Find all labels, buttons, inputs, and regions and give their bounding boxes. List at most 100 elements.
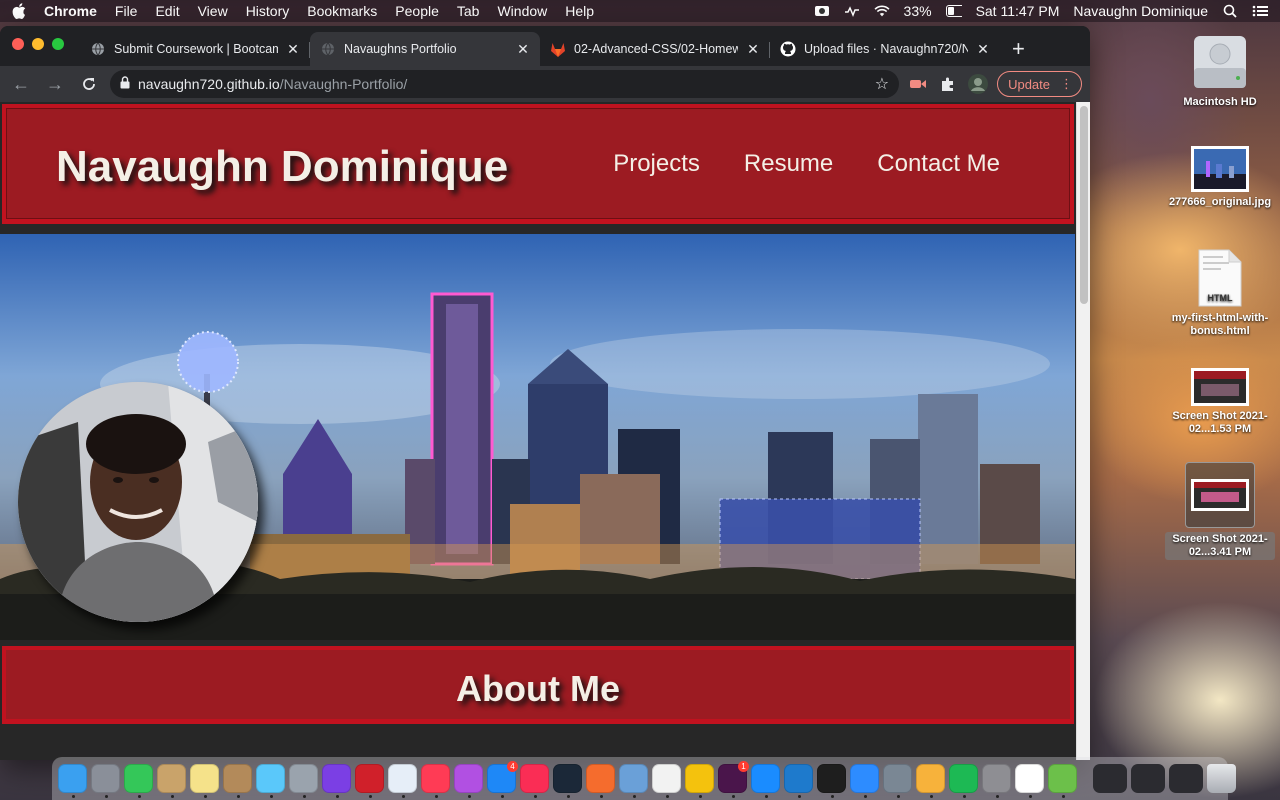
reload-icon[interactable] <box>76 71 102 97</box>
url-host: navaughn720.github.io <box>138 76 280 92</box>
preview-icon[interactable] <box>619 764 648 798</box>
vscode-icon[interactable] <box>784 764 813 798</box>
menu-history[interactable]: History <box>246 3 290 19</box>
steam-icon[interactable] <box>553 764 582 798</box>
notification-badge: 1 <box>738 761 749 772</box>
desktop-icon-macintosh-hd[interactable]: Macintosh HD <box>1165 32 1275 109</box>
globe-icon <box>90 41 106 57</box>
camera-icon[interactable] <box>814 4 830 18</box>
menu-app-name[interactable]: Chrome <box>44 3 97 19</box>
desktop-icon-screenshot-1[interactable]: Screen Shot 2021-02...1.53 PM <box>1165 368 1275 436</box>
menu-file[interactable]: File <box>115 3 138 19</box>
close-tab-icon[interactable]: ✕ <box>286 41 300 58</box>
nav-contact-link[interactable]: Contact Me <box>877 150 1000 178</box>
close-tab-icon[interactable]: ✕ <box>746 41 760 58</box>
disk-utility-icon[interactable] <box>289 764 318 798</box>
launchpad-icon[interactable] <box>91 764 120 798</box>
notification-center-icon[interactable] <box>1252 4 1268 18</box>
photos-icon[interactable] <box>916 764 945 798</box>
news-icon[interactable] <box>421 764 450 798</box>
calendar-icon[interactable] <box>1015 764 1044 798</box>
messages-icon[interactable] <box>256 764 285 798</box>
desktop-icon-skyline-jpg[interactable]: 277666_original.jpg <box>1165 146 1275 209</box>
mail-icon[interactable] <box>388 764 417 798</box>
slack-icon[interactable]: 1 <box>718 761 749 798</box>
battery-icon[interactable] <box>945 4 962 18</box>
close-tab-icon[interactable]: ✕ <box>516 41 530 58</box>
nav-resume-link[interactable]: Resume <box>744 150 833 178</box>
menu-people[interactable]: People <box>395 3 439 19</box>
tab-upload-files[interactable]: Upload files · Navaughn720/N ✕ <box>770 32 1000 66</box>
tab-submit-coursework[interactable]: Submit Coursework | Bootcam ✕ <box>80 32 310 66</box>
hero-skyline-image <box>0 234 1075 640</box>
menu-help[interactable]: Help <box>565 3 594 19</box>
menu-clock[interactable]: Sat 11:47 PM <box>976 3 1060 19</box>
spotify-icon[interactable] <box>949 764 978 798</box>
minimize-window-button[interactable] <box>32 38 44 50</box>
system-preferences-icon[interactable] <box>982 764 1011 798</box>
profile-avatar[interactable] <box>967 73 989 95</box>
podcasts-icon[interactable] <box>454 764 483 798</box>
downloads-stack-icon[interactable] <box>1093 764 1127 793</box>
maps-icon[interactable] <box>1048 764 1077 798</box>
menu-bookmarks[interactable]: Bookmarks <box>307 3 377 19</box>
lock-icon[interactable] <box>120 76 130 92</box>
imovie-icon[interactable] <box>322 764 351 798</box>
activity-icon[interactable] <box>844 4 860 18</box>
bookmark-star-icon[interactable]: ☆ <box>875 74 889 94</box>
music-icon[interactable] <box>520 764 549 798</box>
new-tab-button[interactable]: + <box>1012 32 1025 66</box>
wifi-icon[interactable] <box>874 4 890 18</box>
harddrive-icon <box>1165 32 1275 92</box>
menu-user[interactable]: Navaughn Dominique <box>1073 3 1208 19</box>
zoom-window-button[interactable] <box>52 38 64 50</box>
contacts-icon[interactable] <box>223 764 252 798</box>
app-store-icon[interactable]: 4 <box>487 761 518 798</box>
zoom-icon[interactable] <box>850 764 879 798</box>
update-button[interactable]: Update ⋮ <box>997 71 1082 97</box>
nav-projects-link[interactable]: Projects <box>613 150 700 178</box>
notes-icon[interactable] <box>157 764 186 798</box>
close-tab-icon[interactable]: ✕ <box>976 41 990 58</box>
scrollbar-thumb[interactable] <box>1080 106 1088 304</box>
gitlab-icon <box>550 41 566 57</box>
tab-title: Navaughns Portfolio <box>344 42 457 56</box>
menu-window[interactable]: Window <box>497 3 547 19</box>
close-window-button[interactable] <box>12 38 24 50</box>
menu-tab[interactable]: Tab <box>457 3 480 19</box>
textedit-icon[interactable] <box>652 764 681 798</box>
facetime-icon[interactable] <box>124 764 153 798</box>
desktop-icon-label: Macintosh HD <box>1183 96 1257 108</box>
page-viewport: Navaughn Dominique Projects Resume Conta… <box>0 102 1090 760</box>
terminal-icon[interactable] <box>817 764 846 798</box>
battery-percent[interactable]: 33% <box>904 3 932 19</box>
desktop-icon-screenshot-2[interactable]: Screen Shot 2021-02...3.41 PM <box>1165 462 1275 560</box>
menu-edit[interactable]: Edit <box>155 3 179 19</box>
trash-icon[interactable] <box>1207 764 1236 793</box>
reader-icon[interactable] <box>355 764 384 798</box>
apple-icon[interactable] <box>12 3 26 19</box>
about-title: About Me <box>456 668 620 709</box>
github-icon <box>780 41 796 57</box>
window-stack-icon[interactable] <box>1169 764 1203 793</box>
system-info-icon[interactable] <box>883 764 912 798</box>
site-nav: Projects Resume Contact Me <box>613 150 1000 178</box>
menu-view[interactable]: View <box>198 3 228 19</box>
extensions-puzzle-icon[interactable] <box>937 73 959 95</box>
spotlight-icon[interactable] <box>1222 4 1238 18</box>
screen-recorder-extension-icon[interactable] <box>907 73 929 95</box>
back-arrow-icon[interactable]: ← <box>8 71 34 97</box>
desktop-icon-html-file[interactable]: HTML my-first-html-with-bonus.html <box>1165 248 1275 338</box>
screenshot-stack-icon[interactable] <box>1131 764 1165 793</box>
safari-icon[interactable] <box>751 764 780 798</box>
address-bar[interactable]: navaughn720.github.io/Navaughn-Portfolio… <box>110 70 900 98</box>
page-scrollbar[interactable] <box>1076 102 1090 760</box>
origin-icon[interactable] <box>586 764 615 798</box>
stickies-icon[interactable] <box>190 764 219 798</box>
forward-arrow-icon[interactable]: → <box>42 71 68 97</box>
finder-icon[interactable] <box>58 764 87 798</box>
browser-toolbar: ← → navaughn720.github.io/Navaughn-Portf… <box>0 66 1090 102</box>
tab-advanced-css[interactable]: 02-Advanced-CSS/02-Homew ✕ <box>540 32 770 66</box>
chrome-icon[interactable] <box>685 764 714 798</box>
tab-navaughns-portfolio[interactable]: Navaughns Portfolio ✕ <box>310 32 540 66</box>
